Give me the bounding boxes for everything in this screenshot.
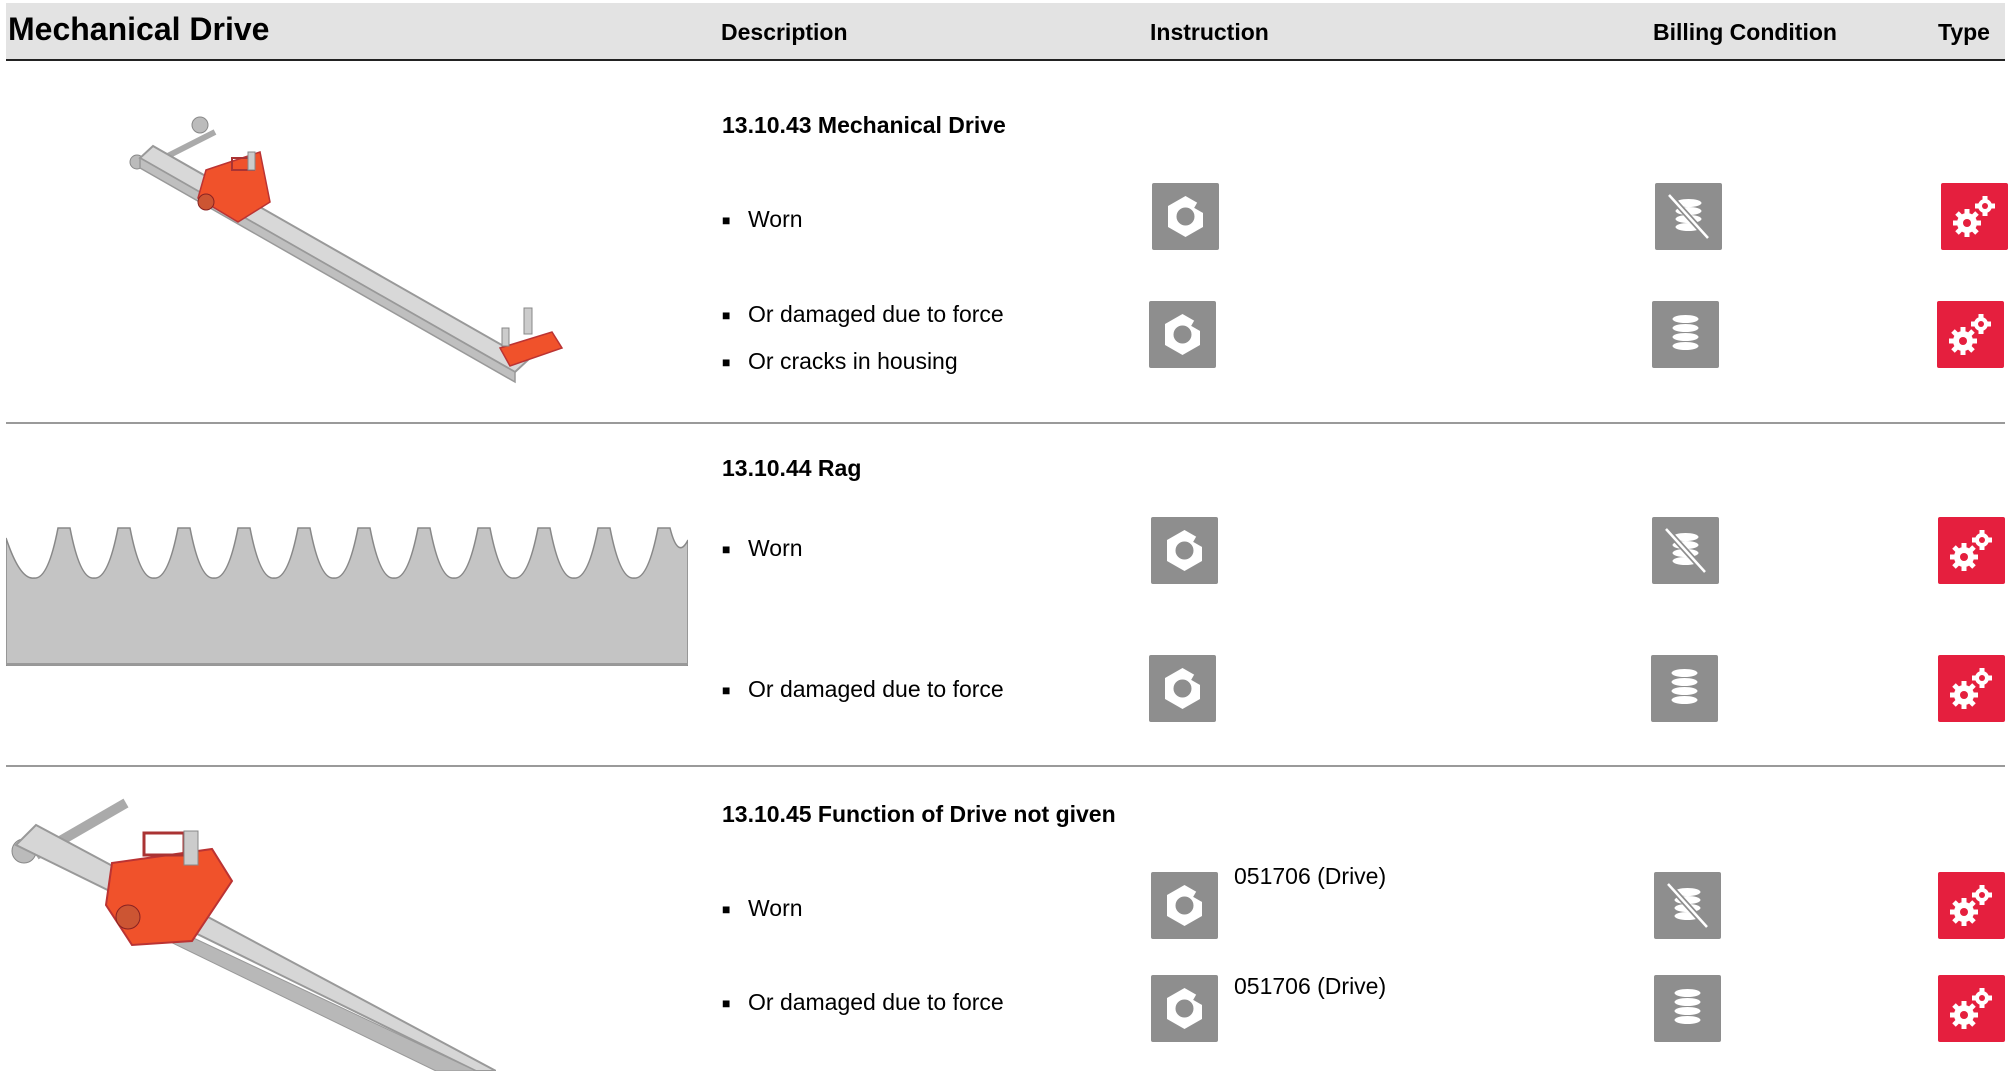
gears-icon	[1938, 655, 2005, 722]
column-header-type: Type	[1938, 19, 1990, 45]
nut-icon	[1151, 872, 1218, 939]
condition-item: ■ Or damaged due to force	[722, 666, 1004, 713]
billing-icon	[1651, 655, 1718, 722]
column-header-billing-condition: Billing Condition	[1653, 19, 1837, 45]
column-header-description: Description	[721, 19, 848, 45]
bullet-icon: ■	[722, 901, 731, 917]
gears-icon	[1937, 301, 2004, 368]
bullet-icon: ■	[722, 212, 731, 228]
condition-item: ■ Worn	[722, 196, 803, 243]
nut-icon	[1149, 301, 1216, 368]
gears-icon	[1941, 183, 2008, 250]
page-title: Mechanical Drive	[8, 11, 270, 47]
section-title: 13.10.45 Function of Drive not given	[722, 801, 1116, 827]
table-header: Mechanical Drive Description Instruction…	[6, 3, 2005, 61]
instruction-reference: 051706 (Drive)	[1234, 973, 1387, 999]
section-title: 13.10.43 Mechanical Drive	[722, 112, 1006, 138]
instruction-reference: 051706 (Drive)	[1234, 863, 1387, 889]
nut-icon	[1151, 517, 1218, 584]
gears-icon	[1938, 975, 2005, 1042]
nut-icon	[1152, 183, 1219, 250]
no-billing-icon	[1652, 517, 1719, 584]
condition-item: ■ Or damaged due to force	[722, 979, 1004, 1026]
nut-icon	[1151, 975, 1218, 1042]
no-billing-icon	[1654, 872, 1721, 939]
condition-item: ■ Or damaged due to force ■ Or cracks in h…	[722, 291, 1004, 385]
condition-item: ■ Worn	[722, 885, 803, 932]
no-billing-icon	[1655, 183, 1722, 250]
nut-icon	[1149, 655, 1216, 722]
bullet-icon: ■	[722, 995, 731, 1011]
bullet-icon: ■	[722, 682, 731, 698]
rack-illustration	[6, 527, 688, 666]
billing-icon	[1652, 301, 1719, 368]
condition-item: ■ Worn	[722, 525, 803, 572]
drive-closeup-illustration	[11, 798, 496, 1071]
gears-icon	[1938, 517, 2005, 584]
section-divider	[6, 422, 2005, 424]
column-header-instruction: Instruction	[1150, 19, 1269, 45]
gears-icon	[1938, 872, 2005, 939]
mechanical-drive-illustration	[129, 116, 564, 384]
section-title: 13.10.44 Rag	[722, 455, 862, 481]
bullet-icon: ■	[722, 354, 731, 370]
bullet-icon: ■	[722, 307, 731, 323]
section-divider	[6, 765, 2005, 767]
bullet-icon: ■	[722, 541, 731, 557]
billing-icon	[1654, 975, 1721, 1042]
